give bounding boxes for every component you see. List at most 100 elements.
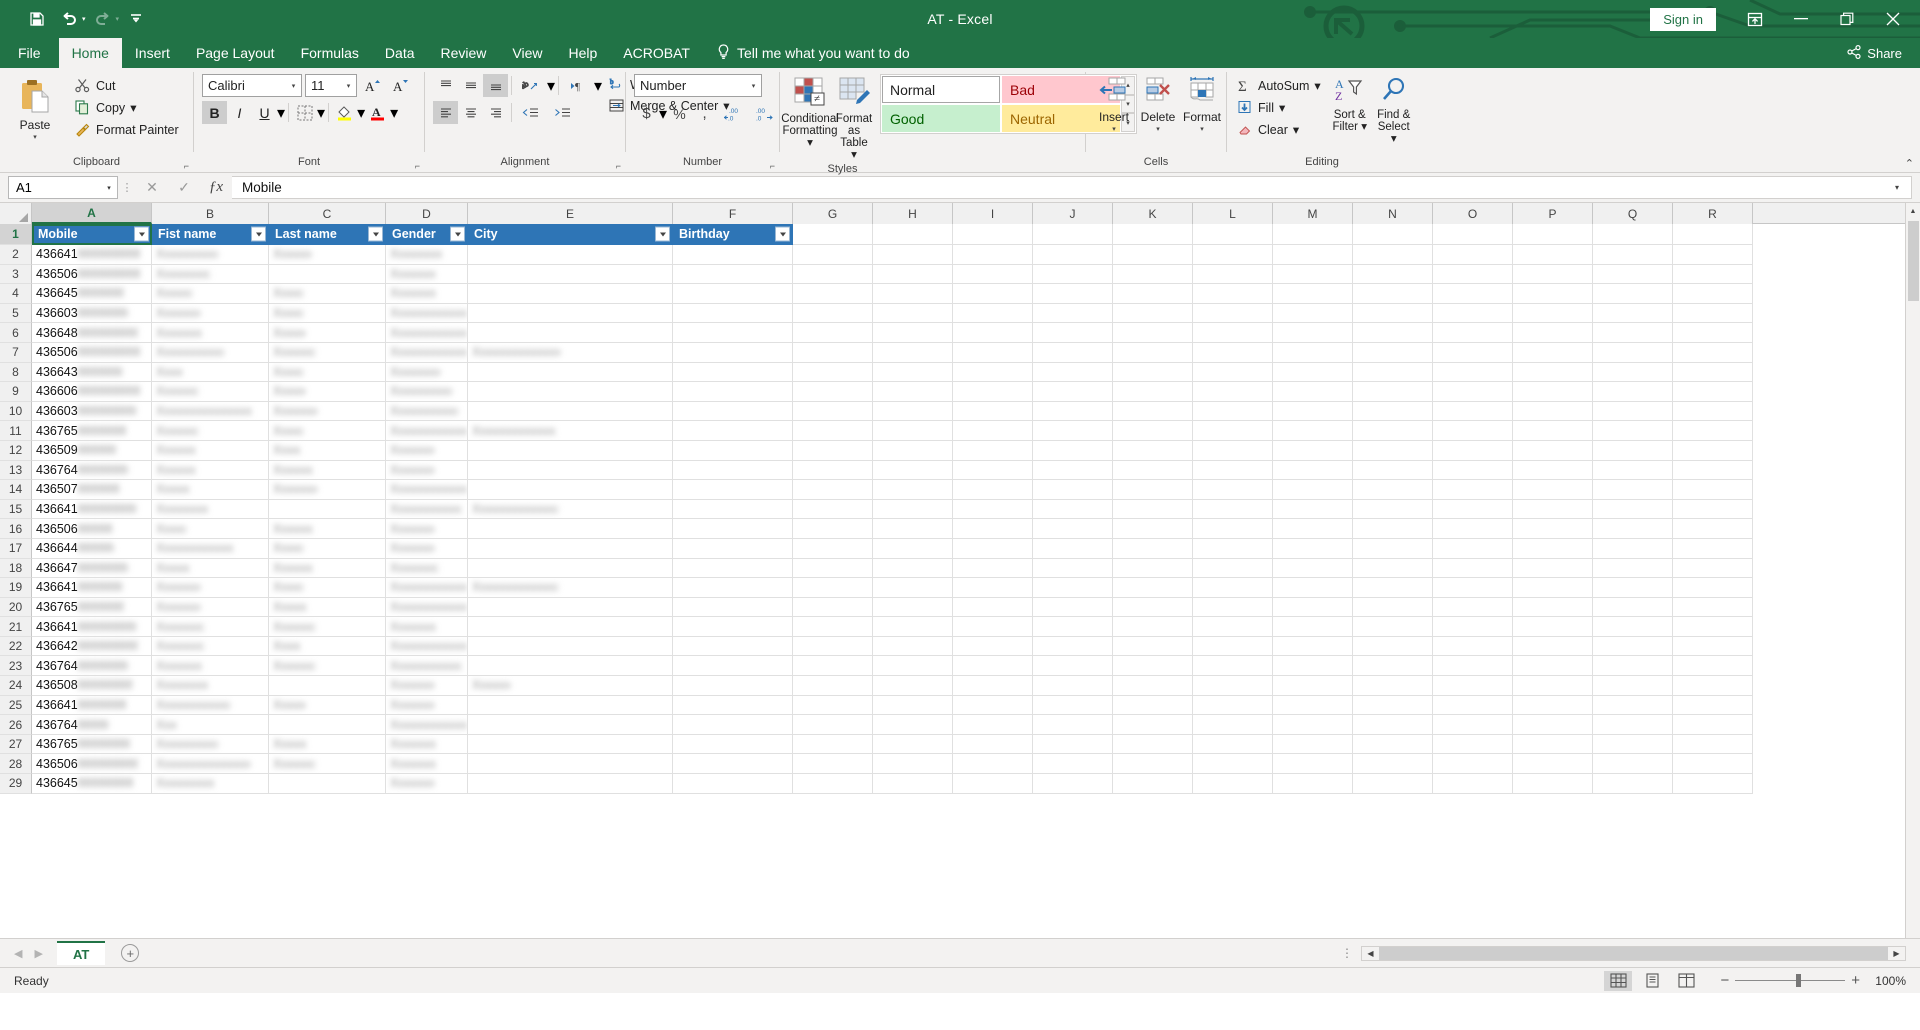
grid-cell[interactable] — [1353, 245, 1433, 265]
grid-cell[interactable] — [1273, 224, 1353, 245]
grid-cell[interactable] — [673, 342, 793, 363]
row-header-27[interactable]: 27 — [0, 734, 32, 755]
grid-cell[interactable]: 436642 888888888 — [32, 636, 152, 657]
table-row[interactable]: 14436507888888888Xxxxxxxxxxxxxxxxxxxxxxx… — [0, 480, 1920, 500]
grid-cell[interactable]: 436648 888888888 — [32, 323, 152, 343]
grid-cell[interactable] — [1033, 460, 1113, 481]
grid-cell[interactable] — [1673, 754, 1753, 775]
grid-cell[interactable] — [1273, 264, 1353, 285]
tab-help[interactable]: Help — [556, 38, 611, 68]
grid-cell[interactable] — [1193, 715, 1273, 735]
grid-cell[interactable] — [1353, 597, 1433, 618]
grid-cell[interactable] — [953, 538, 1033, 559]
grid-cell[interactable]: Xxxxxxxxxxxxxxxxxxxxxxxxxxxxxxxxxxx — [152, 245, 269, 265]
grid-cell[interactable] — [793, 382, 873, 402]
row-header-19[interactable]: 19 — [0, 578, 32, 598]
grid-cell[interactable] — [1113, 715, 1193, 735]
grid-cell[interactable] — [1513, 440, 1593, 461]
grid-cell[interactable]: Xxxxxxxxxxxxxxxxxxxxxxxxxxxxxxxxxxx — [386, 460, 468, 481]
row-header-14[interactable]: 14 — [0, 480, 32, 500]
grid-cell[interactable] — [953, 342, 1033, 363]
grid-cell[interactable] — [953, 245, 1033, 265]
row-header-17[interactable]: 17 — [0, 538, 32, 559]
grid-cell[interactable] — [1593, 734, 1673, 755]
table-row[interactable]: 23436764888888888Xxxxxxxxxxxxxxxxxxxxxxx… — [0, 656, 1920, 677]
sort-filter-button[interactable]: A Z Sort & Filter ▾ — [1328, 74, 1372, 135]
grid-cell[interactable] — [793, 303, 873, 324]
grid-cell[interactable]: Xxxxxxxxxxxxxxxxxxxxxxxxxxxxxxxxxxx — [269, 303, 386, 324]
grid-cell[interactable] — [1593, 715, 1673, 735]
grid-cell[interactable]: Xxxxxxxxxxxxxxxxxxxxxxxxxxxxxxxxxxx — [468, 342, 673, 363]
table-header-cell[interactable]: Last name — [269, 224, 386, 245]
grid-cell[interactable]: Xxxxxxxxxxxxxxxxxxxxxxxxxxxxxxxxxxx — [152, 499, 269, 520]
grid-cell[interactable] — [793, 754, 873, 775]
grid-cell[interactable] — [1433, 538, 1513, 559]
grid-cell[interactable] — [793, 401, 873, 422]
grid-cell[interactable] — [873, 656, 953, 677]
grid-cell[interactable] — [1593, 245, 1673, 265]
grid-cell[interactable] — [953, 284, 1033, 304]
grid-cell[interactable] — [793, 538, 873, 559]
grid-cell[interactable] — [953, 362, 1033, 383]
grid-cell[interactable]: 436765888888888 — [32, 734, 152, 755]
find-select-button[interactable]: Find & Select ▾ — [1372, 74, 1416, 147]
grid-cell[interactable] — [1273, 754, 1353, 775]
grid-cell[interactable] — [1033, 538, 1113, 559]
insert-function-icon[interactable]: ƒx — [200, 176, 232, 199]
grid-cell[interactable] — [1033, 440, 1113, 461]
grid-cell[interactable] — [1193, 597, 1273, 618]
grid-cell[interactable] — [1353, 656, 1433, 677]
grid-cell[interactable] — [1033, 774, 1113, 794]
grid-cell[interactable] — [953, 656, 1033, 677]
row-header-9[interactable]: 9 — [0, 382, 32, 402]
grid-cell[interactable] — [468, 734, 673, 755]
grid-cell[interactable] — [1353, 734, 1433, 755]
grid-cell[interactable] — [1433, 656, 1513, 677]
row-header-12[interactable]: 12 — [0, 440, 32, 461]
grid-cell[interactable] — [673, 695, 793, 716]
grid-cell[interactable] — [1513, 734, 1593, 755]
grid-cell[interactable] — [673, 774, 793, 794]
grid-cell[interactable]: Xxxxxxxxxxxxxxxxxxxxxxxxxxxxxxxxxxx — [468, 499, 673, 520]
increase-font-size-button[interactable]: A — [360, 74, 385, 97]
row-header-23[interactable]: 23 — [0, 656, 32, 677]
grid-cell[interactable]: 436641888888888 — [32, 695, 152, 716]
grid-cell[interactable] — [953, 715, 1033, 735]
grid-cell[interactable] — [1593, 499, 1673, 520]
row-header-4[interactable]: 4 — [0, 284, 32, 304]
grid-cell[interactable] — [1593, 284, 1673, 304]
filter-dropdown-icon[interactable] — [655, 226, 670, 242]
grid-cell[interactable] — [793, 342, 873, 363]
table-row[interactable]: 9436606888888888Xxxxxxxxxxxxxxxxxxxxxxxx… — [0, 382, 1920, 402]
grid-cell[interactable] — [1353, 617, 1433, 637]
table-row[interactable]: 5436603888888888Xxxxxxxxxxxxxxxxxxxxxxxx… — [0, 303, 1920, 324]
table-row[interactable]: 16436506888888888Xxxxxxxxxxxxxxxxxxxxxxx… — [0, 519, 1920, 539]
clear-button[interactable]: Clear ▾ — [1233, 119, 1324, 140]
zoom-out-icon[interactable]: − — [1720, 972, 1729, 989]
table-header-cell[interactable]: Gender — [386, 224, 468, 245]
grid-cell[interactable] — [1673, 715, 1753, 735]
column-header-i[interactable]: I — [953, 203, 1033, 224]
grid-cell[interactable] — [1113, 440, 1193, 461]
horizontal-scroll-thumb[interactable] — [1379, 946, 1888, 960]
grid-cell[interactable] — [1193, 519, 1273, 539]
grid-cell[interactable] — [873, 480, 953, 500]
grid-cell[interactable] — [1433, 323, 1513, 343]
grid-cell[interactable] — [1673, 480, 1753, 500]
grid-cell[interactable] — [1513, 695, 1593, 716]
tab-data[interactable]: Data — [372, 38, 428, 68]
grid-cell[interactable]: 436506888888888 — [32, 519, 152, 539]
grid-cell[interactable] — [873, 284, 953, 304]
page-layout-view-icon[interactable] — [1638, 971, 1666, 991]
grid-cell[interactable] — [1033, 695, 1113, 716]
grid-cell[interactable] — [1673, 636, 1753, 657]
row-header-21[interactable]: 21 — [0, 617, 32, 637]
grid-cell[interactable]: 436643888888888 — [32, 362, 152, 383]
grid-cell[interactable] — [1513, 342, 1593, 363]
close-button[interactable] — [1870, 3, 1916, 35]
column-header-a[interactable]: A — [32, 203, 152, 224]
grid-cell[interactable] — [1593, 264, 1673, 285]
grid-cell[interactable] — [1273, 578, 1353, 598]
grid-cell[interactable] — [1433, 695, 1513, 716]
table-row[interactable]: 3436506888888888Xxxxxxxxxxxxxxxxxxxxxxxx… — [0, 264, 1920, 285]
